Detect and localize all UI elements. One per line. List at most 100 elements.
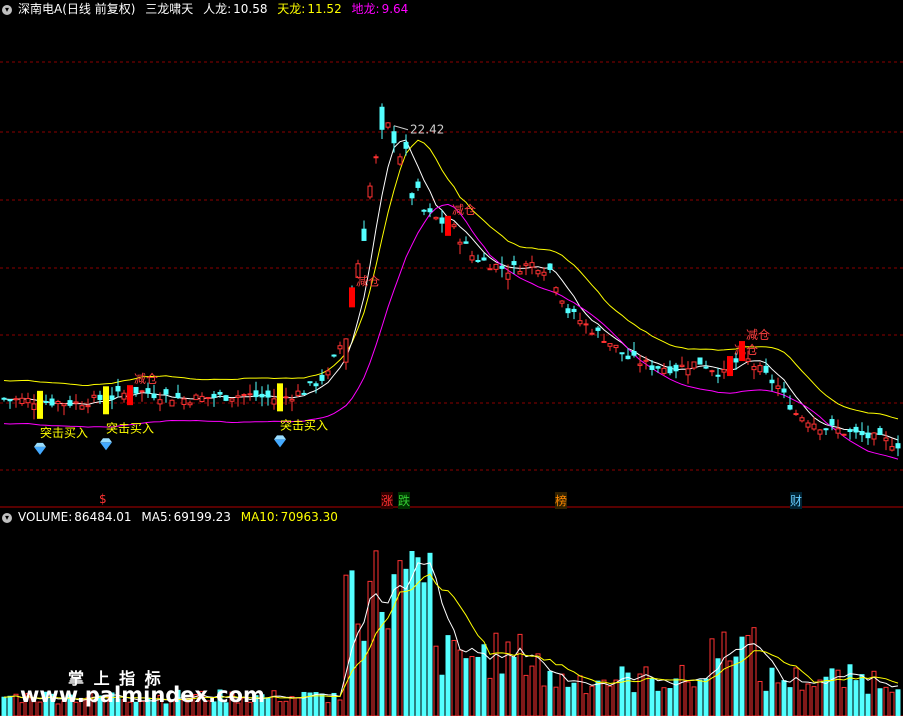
candle-down	[877, 428, 883, 435]
candle-up	[241, 394, 247, 397]
candle-up	[469, 255, 475, 261]
watermark-url: www.palmindex.com	[20, 683, 265, 707]
chart-stage: 22.42 突击买入 突击买入 突击买入 减仓 减仓 减仓 减仓 减仓 ▾ 深南电A(日线 前复权…	[0, 0, 903, 716]
volume-bar-down	[361, 640, 367, 716]
candle-up	[583, 323, 589, 326]
volume-bar-up	[601, 679, 607, 716]
volume-bar-up	[817, 679, 823, 716]
candle-up	[451, 224, 457, 228]
candle-up	[85, 405, 91, 408]
indicator-name: 三龙啸天	[145, 2, 194, 16]
candle-up	[193, 394, 199, 401]
candle-down	[655, 366, 661, 369]
buy-label: 突击买入	[40, 425, 88, 440]
candle-up	[343, 338, 349, 363]
candle-down	[859, 431, 865, 436]
candle-up	[289, 398, 295, 402]
volume-bar-down	[655, 690, 661, 716]
diamond-icon	[274, 439, 286, 448]
volume-bar-down	[427, 552, 433, 716]
candle-up	[745, 358, 751, 362]
candle-down	[787, 405, 793, 410]
sell-label: 减仓	[356, 274, 380, 288]
volume-bar-up	[841, 686, 847, 716]
candle-up	[889, 446, 895, 451]
volume-bar-up	[757, 681, 763, 716]
bang-marker[interactable]: 榜	[555, 492, 568, 509]
candle-down	[133, 386, 139, 394]
candle-down	[763, 365, 769, 373]
candle-up	[553, 287, 559, 293]
candle-down	[67, 400, 73, 406]
candle-up	[685, 368, 691, 376]
sell-signal-bar	[727, 356, 733, 377]
candle-up	[883, 437, 889, 442]
candle-down	[667, 366, 673, 374]
candle-down	[331, 354, 337, 357]
candle-up	[373, 156, 379, 159]
cai-marker[interactable]: 财	[790, 492, 803, 509]
dropdown-circle-icon[interactable]: ▾	[2, 4, 12, 15]
volume-bar-up	[367, 580, 373, 716]
volume-bar-up	[283, 700, 289, 716]
volume-bar-up	[559, 673, 565, 716]
candle-down	[781, 388, 787, 393]
volume-bar-up	[385, 628, 391, 716]
candle-down	[823, 428, 829, 431]
candle-up	[661, 367, 667, 374]
candle-up	[523, 263, 529, 266]
volume-bar-up	[775, 682, 781, 716]
volume-bar-up	[487, 677, 493, 716]
signal-markers: 22.42突击买入 突击买入 突击买入减仓减仓减仓减仓减仓	[34, 123, 770, 455]
candle-down	[1, 397, 7, 400]
candle-down	[895, 443, 901, 449]
ma5-label: MA5:	[141, 510, 172, 524]
candle-down	[847, 429, 853, 433]
volume-bar-up	[13, 693, 19, 716]
volume-bar-up	[271, 690, 277, 716]
volume-bar-up	[451, 639, 457, 716]
volume-label: VOLUME:	[18, 510, 73, 524]
volume-bar-down	[715, 658, 721, 716]
candle-up	[841, 433, 847, 436]
volume-bar-down	[547, 670, 553, 716]
die-marker[interactable]: 跌	[398, 492, 411, 509]
candle-down	[625, 355, 631, 360]
buy-signal-bar	[37, 390, 43, 419]
dilong-label: 地龙:	[351, 2, 380, 16]
candle-down	[265, 390, 271, 398]
volume-bar-down	[877, 688, 883, 716]
candle-down	[109, 395, 115, 400]
candle-up	[457, 241, 463, 245]
candle-up	[607, 343, 613, 347]
zhang-marker[interactable]: 涨	[381, 492, 394, 509]
volume-bar-down	[595, 680, 601, 716]
volume-bar-down	[7, 695, 13, 716]
volume-bar-up	[583, 693, 589, 716]
sell-label: 减仓	[134, 372, 158, 386]
candle-down	[619, 352, 625, 355]
candle-down	[217, 392, 223, 395]
dropdown-circle-icon[interactable]: ▾	[2, 512, 12, 523]
volume-bar-down	[829, 668, 835, 716]
candle-down	[463, 241, 469, 244]
buy-signal-bar	[103, 386, 109, 415]
candle-up	[679, 364, 685, 368]
candle-down	[829, 419, 835, 426]
volume-bar-up	[469, 656, 475, 716]
dollar-marker[interactable]: $	[99, 492, 107, 506]
candle-down	[595, 327, 601, 331]
sell-label: 减仓	[734, 343, 758, 357]
candle-up	[271, 398, 277, 405]
volume-bar-up	[541, 685, 547, 716]
volume-bar-up	[529, 665, 535, 716]
candle-down	[631, 350, 637, 356]
volume-bar-down	[733, 656, 739, 716]
candle-up	[79, 405, 85, 410]
volume-bar-down	[511, 656, 517, 716]
volume-bar-down	[1, 696, 7, 716]
volume-bar-up	[883, 686, 889, 716]
volume-bar-down	[697, 679, 703, 716]
volume-bar-up	[685, 681, 691, 716]
ma10-label: MA10:	[240, 510, 279, 524]
